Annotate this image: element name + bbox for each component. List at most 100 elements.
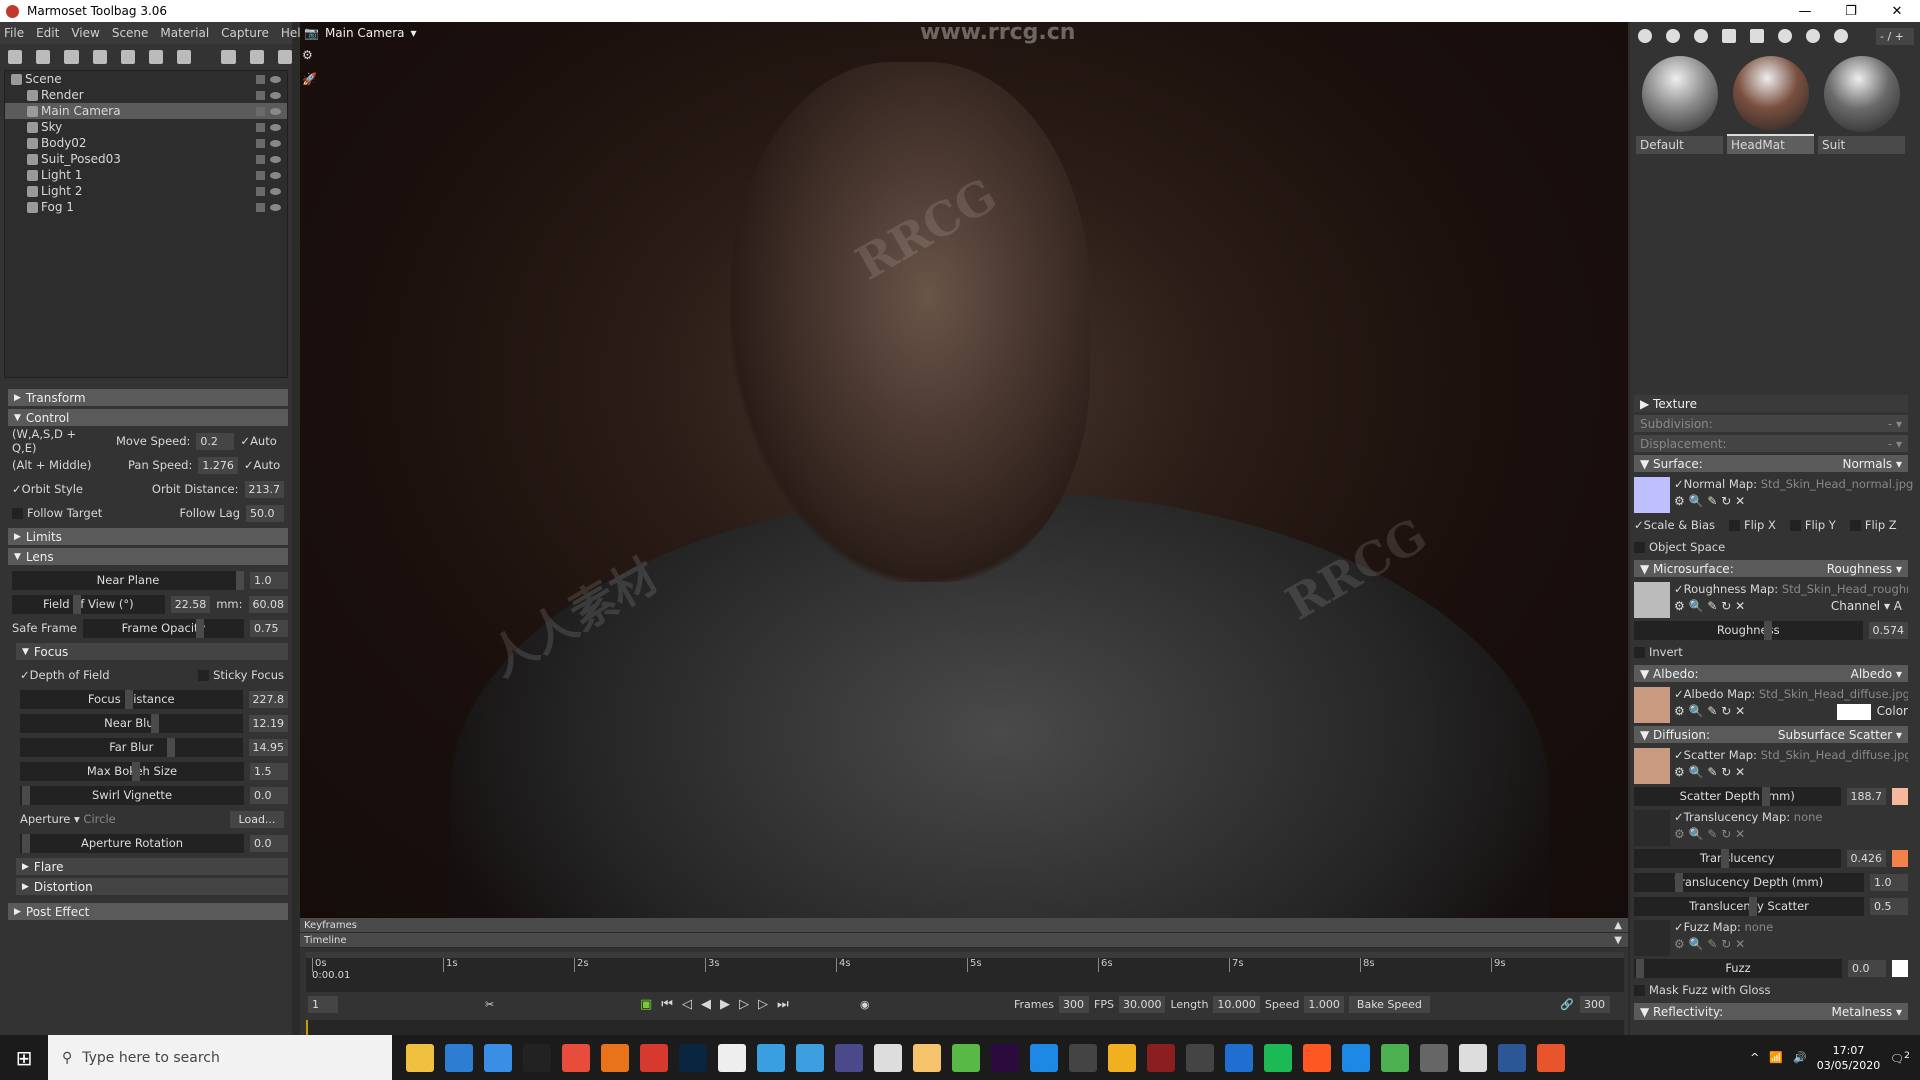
scene-tree-item[interactable]: Light 1 — [5, 167, 287, 183]
lock-icon[interactable] — [256, 90, 265, 100]
follow-target-checkbox[interactable]: Follow Target — [12, 506, 102, 520]
lock-icon[interactable] — [256, 154, 265, 164]
pan-auto-checkbox[interactable]: ✓Auto — [244, 458, 280, 472]
albedo-dropdown[interactable]: ▼ Albedo: Albedo ▾ — [1634, 665, 1908, 682]
taskbar-app-icon[interactable] — [406, 1043, 434, 1072]
taskbar-app-icon[interactable] — [1459, 1043, 1487, 1072]
far-blur-slider[interactable]: Far Blur — [20, 737, 243, 757]
object-space-checkbox[interactable]: Object Space — [1634, 540, 1725, 554]
taskbar-app-icon[interactable] — [484, 1043, 512, 1072]
section-distortion[interactable]: ▶ Distortion — [16, 878, 288, 895]
scene-tree-item[interactable]: Main Camera — [5, 103, 287, 119]
taskbar-app-icon[interactable] — [1498, 1043, 1526, 1072]
focus-distance-field[interactable]: 227.8 — [248, 690, 288, 708]
near-plane-field[interactable]: 1.0 — [250, 571, 288, 589]
material-thumbnail[interactable]: Suit — [1818, 56, 1905, 154]
map-tool-icons[interactable]: ⚙ 🔍 ✎ ↻ ✕ — [1674, 765, 1908, 779]
visibility-eye-icon[interactable] — [270, 91, 281, 99]
taskbar-app-icon[interactable] — [1420, 1043, 1448, 1072]
add-mesh-icon[interactable] — [8, 50, 23, 64]
add-turntable-icon[interactable] — [177, 50, 192, 64]
flip-x-checkbox[interactable]: Flip X — [1728, 518, 1776, 532]
move-speed-field[interactable]: 0.2 — [196, 432, 235, 450]
import-icon[interactable] — [1806, 29, 1820, 43]
3d-viewport[interactable]: www.rrcg.cn RRCG RRCG 人人素材 — [300, 22, 1628, 918]
length-field[interactable]: 10.000 — [1213, 995, 1260, 1013]
map-tool-icons[interactable]: ⚙ 🔍 ✎ ↻ ✕ — [1674, 494, 1913, 508]
lock-icon[interactable] — [256, 106, 265, 116]
minimize-button[interactable]: — — [1782, 4, 1828, 19]
scatter-color-swatch[interactable] — [1892, 787, 1908, 805]
taskbar-app-icon[interactable] — [679, 1043, 707, 1072]
taskbar-app-icon[interactable] — [952, 1043, 980, 1072]
roughness-map-thumbnail[interactable] — [1634, 582, 1670, 618]
windows-start-icon[interactable]: ⊞ — [0, 1046, 48, 1070]
channel-dropdown[interactable]: Channel ▾ A — [1831, 599, 1902, 613]
scene-tree-item[interactable]: Light 2 — [5, 183, 287, 199]
scene-tree-item[interactable]: Body02 — [5, 135, 287, 151]
aperture-dropdown[interactable]: Aperture ▾ Circle — [20, 812, 116, 826]
add-group-icon[interactable] — [149, 50, 164, 64]
translucency-depth-field[interactable]: 1.0 — [1870, 873, 1908, 891]
timeline-ruler[interactable]: 0:00.01 0s 1s 2s 3s 4s 5s 6s 7s 8s 9s — [306, 952, 1624, 992]
network-icon[interactable]: 📶 — [1769, 1051, 1783, 1064]
taskbar-app-icon[interactable] — [562, 1043, 590, 1072]
near-blur-field[interactable]: 12.19 — [248, 714, 288, 732]
taskbar-app-icon[interactable] — [1381, 1043, 1409, 1072]
tray-chevron-icon[interactable]: ^ — [1750, 1051, 1759, 1064]
translucency-map-thumbnail[interactable] — [1634, 810, 1670, 846]
duplicate-material-icon[interactable] — [1666, 29, 1680, 43]
add-camera-icon[interactable] — [64, 50, 79, 64]
folder-icon[interactable] — [221, 50, 236, 64]
assign-material-icon[interactable] — [1778, 29, 1792, 43]
microsurface-dropdown[interactable]: ▼ Microsurface: Roughness ▾ — [1634, 560, 1908, 577]
pan-speed-field[interactable]: 1.276 — [198, 456, 238, 474]
lock-icon[interactable] — [256, 202, 265, 212]
notifications-icon[interactable]: 🗨2 — [1890, 1050, 1910, 1066]
add-shadow-catcher-icon[interactable] — [92, 50, 107, 64]
section-transform[interactable]: ▶ Transform — [8, 389, 288, 406]
albedo-map-thumbnail[interactable] — [1634, 687, 1670, 723]
frame-opacity-field[interactable]: 0.75 — [250, 619, 288, 637]
map-tool-icons[interactable]: ⚙ 🔍 ✎ ↻ ✕ — [1674, 827, 1823, 841]
menu-capture[interactable]: Capture — [221, 26, 269, 40]
settings-gear-icon[interactable]: ⚙ — [302, 48, 317, 62]
camera-selector[interactable]: 📷 Main Camera ▾ — [300, 22, 417, 44]
material-thumbnail[interactable]: HeadMat — [1727, 56, 1814, 154]
taskbar-app-icon[interactable] — [1030, 1043, 1058, 1072]
keyframes-header[interactable]: Keyframes ▲ — [300, 918, 1628, 933]
lock-icon[interactable] — [256, 170, 265, 180]
taskbar-app-icon[interactable] — [1186, 1043, 1214, 1072]
taskbar-app-icon[interactable] — [1108, 1043, 1136, 1072]
fuzz-map-thumbnail[interactable] — [1634, 920, 1670, 956]
visibility-eye-icon[interactable] — [270, 107, 281, 115]
material-thumbnail[interactable]: Default — [1636, 56, 1723, 154]
roughness-field[interactable]: 0.574 — [1868, 621, 1908, 639]
scatter-depth-slider[interactable]: Scatter Depth (mm) — [1634, 786, 1841, 806]
invert-checkbox[interactable]: Invert — [1634, 645, 1683, 659]
visibility-eye-icon[interactable] — [270, 75, 281, 83]
translucency-color-swatch[interactable] — [1892, 849, 1908, 867]
map-tool-icons[interactable]: ⚙ 🔍 ✎ ↻ ✕ — [1674, 704, 1745, 720]
scatter-map-thumbnail[interactable] — [1634, 748, 1670, 784]
frame-opacity-slider[interactable]: Frame Opacity — [82, 618, 244, 638]
translucency-depth-slider[interactable]: Translucency Depth (mm) — [1634, 872, 1864, 892]
taskbar-app-icon[interactable] — [991, 1043, 1019, 1072]
bake-speed-button[interactable]: Bake Speed — [1348, 995, 1430, 1013]
scatter-depth-field[interactable]: 188.7 — [1846, 787, 1886, 805]
scene-tree-item[interactable]: Scene — [5, 71, 287, 87]
section-texture[interactable]: ▶ Texture — [1634, 395, 1908, 412]
lock-icon[interactable] — [256, 138, 265, 148]
visibility-eye-icon[interactable] — [270, 123, 281, 131]
section-limits[interactable]: ▶ Limits — [8, 528, 288, 545]
taskbar-app-icon[interactable] — [523, 1043, 551, 1072]
export-icon[interactable] — [1834, 29, 1848, 43]
translucency-field[interactable]: 0.426 — [1846, 849, 1886, 867]
taskbar-app-icon[interactable] — [835, 1043, 863, 1072]
dof-checkbox[interactable]: ✓Depth of Field — [20, 668, 110, 682]
translucency-scatter-slider[interactable]: Translucency Scatter — [1634, 896, 1864, 916]
menu-view[interactable]: View — [71, 26, 99, 40]
taskbar-app-icon[interactable] — [874, 1043, 902, 1072]
far-blur-field[interactable]: 14.95 — [248, 738, 288, 756]
scene-tree-item[interactable]: Suit_Posed03 — [5, 151, 287, 167]
